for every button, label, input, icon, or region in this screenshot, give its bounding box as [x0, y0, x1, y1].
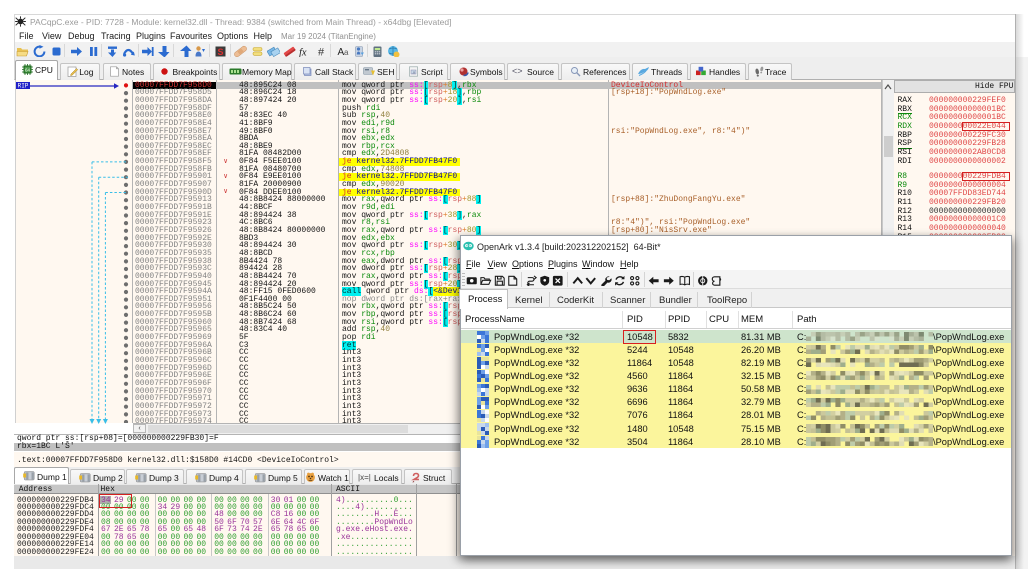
svg-text:RIP: RIP [17, 82, 28, 88]
svg-text:a: a [344, 48, 349, 57]
svg-text:64: 64 [25, 68, 31, 73]
svg-text:.o: .o [412, 70, 415, 74]
svg-text:S: S [217, 47, 223, 57]
